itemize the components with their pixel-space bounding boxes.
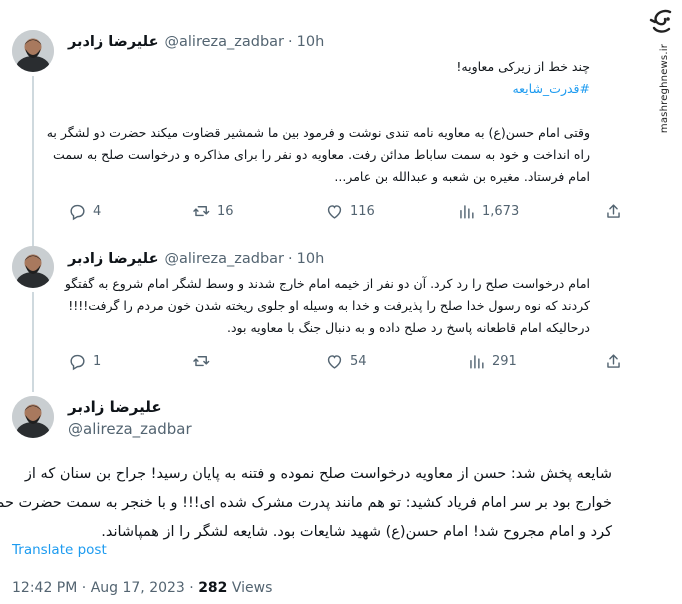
avatar[interactable] xyxy=(12,396,54,438)
mashregh-logo-icon xyxy=(649,9,672,33)
post-text-line: خوارج بود بر سر امام فریاد کشید: تو هم م… xyxy=(0,495,612,511)
watermark: mashreghnews.ir xyxy=(642,0,682,140)
separator-dot: · xyxy=(189,580,194,596)
avatar-photo-icon xyxy=(12,396,54,438)
main-post: علیرضا زادبر @alireza_zadbar شایعه پخش ش… xyxy=(0,0,640,604)
watermark-site: mashreghnews.ir xyxy=(659,44,670,134)
post-thread: mashreghnews.ir علیرضا زادبر @alireza_za… xyxy=(0,0,682,604)
post-time[interactable]: 12:42 PM xyxy=(12,580,77,596)
post-date[interactable]: Aug 17, 2023 xyxy=(91,580,185,596)
views-label: Views xyxy=(231,580,273,596)
translate-post-link[interactable]: Translate post xyxy=(12,542,107,558)
author-name[interactable]: علیرضا زادبر xyxy=(68,398,162,416)
separator-dot: · xyxy=(81,580,87,596)
post-meta: 12:42 PM · Aug 17, 2023 · 282 Views xyxy=(12,580,272,596)
author-handle[interactable]: @alireza_zadbar xyxy=(68,420,192,438)
post-text-line: شایعه پخش شد: حسن از معاویه درخواست صلح … xyxy=(24,466,612,482)
post-text: شایعه پخش شد: حسن از معاویه درخواست صلح … xyxy=(0,460,612,547)
views-count: 282 xyxy=(198,580,228,596)
